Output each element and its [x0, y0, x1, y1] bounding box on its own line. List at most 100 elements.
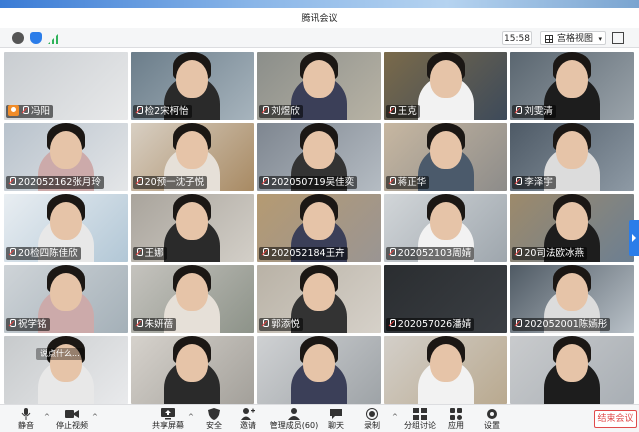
participant-tile[interactable]: 2020521​62张月玲 — [4, 123, 128, 191]
participant-nameplate: 20司法欧冰燕 — [512, 247, 587, 260]
participant-tile[interactable]: 2020520​01陈嫣彤 — [510, 265, 634, 333]
participant-nameplate: 刘煜欣 — [259, 105, 303, 118]
end-meeting-button[interactable]: 结束会议 — [594, 410, 637, 428]
shield-icon[interactable] — [30, 32, 42, 44]
participant-nameplate: 祝学铭 — [6, 318, 50, 331]
mute-button[interactable]: 静音 — [4, 408, 48, 432]
participant-name: 刘煜欣 — [271, 106, 300, 117]
participant-face — [49, 131, 82, 169]
mic-muted-icon — [388, 177, 396, 186]
mic-muted-icon — [514, 177, 523, 186]
participant-tile[interactable]: 冯阳 — [4, 52, 128, 120]
mic-muted-icon — [135, 106, 143, 115]
participant-tile[interactable]: 郭添悦 — [257, 265, 381, 333]
participant-tile[interactable]: 检2宋柯怡 — [130, 52, 255, 120]
participant-name: 2020521​03周婧 — [397, 248, 472, 259]
participant-tile[interactable]: 刘雯清 — [510, 52, 634, 120]
view-mode-select[interactable]: 宫格视图 ▾ — [540, 31, 606, 45]
participant-tile[interactable]: 20预一沈子悦 — [130, 123, 255, 191]
share-screen-icon — [161, 408, 175, 420]
participant-face — [556, 131, 589, 169]
participant-nameplate: 检2宋柯怡 — [132, 105, 192, 118]
participant-tile[interactable] — [4, 336, 128, 404]
title-bar: 腾讯会议 — [0, 8, 639, 28]
chevron-up-icon[interactable]: ^ — [392, 413, 398, 421]
participant-face — [429, 131, 462, 169]
bottom-toolbar: 静音 ^ 停止视频 ^ 共享屏幕 ^ 安全 邀请 管理成员(60) 聊天 录制 … — [0, 404, 639, 432]
stop-video-button[interactable]: 停止视频 — [50, 408, 94, 432]
participant-tile[interactable]: 2020570​26潘婧 — [383, 265, 508, 333]
view-mode-label: 宫格视图 — [557, 34, 594, 44]
participant-nameplate: 李泽宇 — [512, 176, 556, 189]
invite-button[interactable]: 邀请 — [226, 408, 270, 432]
participant-tile[interactable]: 刘煜欣 — [257, 52, 381, 120]
chevron-up-icon[interactable]: ^ — [92, 413, 98, 421]
participant-tile[interactable]: 李泽宇 — [510, 123, 634, 191]
participant-tile[interactable]: 王娜 — [130, 194, 255, 262]
stop-video-label: 停止视频 — [56, 421, 88, 430]
gear-icon — [487, 409, 497, 419]
share-screen-button[interactable]: 共享屏幕 — [146, 408, 190, 432]
participant-tile[interactable]: 20司法欧冰燕 — [510, 194, 634, 262]
participant-name: 20司法欧冰燕 — [524, 248, 584, 259]
participant-tile[interactable]: 2020507​19吴佳奕 — [257, 123, 381, 191]
participant-face — [556, 60, 589, 98]
participant-name: 王克 — [397, 106, 417, 117]
chevron-down-icon: ▾ — [598, 35, 602, 43]
participant-name: 祝学铭 — [18, 319, 47, 330]
participant-tile[interactable]: 蒋正华 — [383, 123, 508, 191]
participant-face — [302, 344, 335, 382]
participant-face — [176, 60, 209, 98]
mic-muted-icon — [135, 319, 143, 328]
participant-tile[interactable]: 祝学铭 — [4, 265, 128, 333]
chat-icon — [330, 409, 342, 419]
participant-tile[interactable] — [257, 336, 381, 404]
participant-tile[interactable]: 朱妍蓓 — [130, 265, 255, 333]
mic-muted-icon — [388, 248, 396, 257]
members-icon — [288, 408, 300, 420]
signal-icon[interactable] — [48, 32, 60, 44]
settings-button[interactable]: 设置 — [470, 408, 514, 432]
mic-muted-icon — [261, 177, 270, 186]
participant-tile[interactable] — [130, 336, 255, 404]
record-button[interactable]: 录制 — [350, 408, 394, 432]
participant-face — [429, 344, 462, 382]
participant-tile[interactable] — [510, 336, 634, 404]
participant-face — [429, 60, 462, 98]
mic-muted-icon — [8, 177, 16, 186]
mic-muted-icon — [514, 106, 523, 115]
participant-tile[interactable]: 2020521​03周婧 — [383, 194, 508, 262]
fullscreen-icon[interactable] — [612, 32, 624, 44]
participant-name: 蒋正华 — [397, 177, 427, 188]
participant-name: 20预一沈子悦 — [144, 177, 205, 188]
mute-label: 静音 — [18, 421, 34, 430]
next-page-button[interactable] — [629, 220, 639, 256]
participant-name: 2020521​62张月玲 — [18, 177, 101, 188]
participant-nameplate: 2020570​26潘婧 — [385, 318, 475, 331]
participant-name: 李泽宇 — [524, 177, 553, 188]
add-user-icon — [241, 408, 255, 420]
mic-muted-icon — [8, 248, 16, 257]
participant-tile[interactable]: 20检四陈佳欣 — [4, 194, 128, 262]
participant-tile[interactable] — [383, 336, 508, 404]
participant-tile[interactable]: 王克 — [383, 52, 508, 120]
host-icon — [8, 105, 19, 116]
invite-label: 邀请 — [240, 421, 256, 430]
chevron-up-icon[interactable]: ^ — [44, 413, 50, 421]
participant-tile[interactable]: 2020521​84王卉 — [257, 194, 381, 262]
info-icon[interactable] — [12, 32, 24, 44]
participant-nameplate: 王娜 — [132, 247, 167, 260]
participant-nameplate: 20预一沈子悦 — [132, 176, 208, 189]
manage-members-button[interactable]: 管理成员(60) — [268, 408, 320, 432]
participant-face — [302, 60, 335, 98]
chat-overlay[interactable]: 说点什么... — [36, 348, 84, 360]
participant-name: 2020521​84王卉 — [271, 248, 345, 259]
participant-nameplate: 2020521​03周婧 — [385, 247, 475, 260]
participant-face — [176, 202, 209, 240]
participant-face — [176, 131, 209, 169]
participant-name: 冯阳 — [31, 106, 51, 117]
participant-nameplate: 朱妍蓓 — [132, 318, 177, 331]
participant-face — [556, 273, 589, 311]
participant-face — [49, 273, 82, 311]
participant-face — [176, 273, 209, 311]
